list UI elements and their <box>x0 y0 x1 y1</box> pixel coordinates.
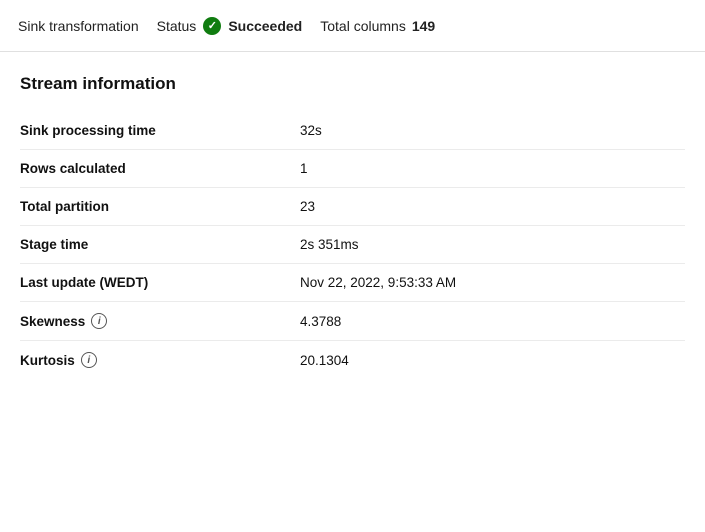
status-item: Status Succeeded <box>157 16 303 36</box>
info-row: Stage time 2s 351ms <box>20 226 685 264</box>
info-label: Last update (WEDT) <box>20 275 148 290</box>
info-value-cell: 4.3788 <box>300 303 341 340</box>
info-value-cell: 20.1304 <box>300 342 349 379</box>
info-row: Skewness i 4.3788 <box>20 302 685 341</box>
success-icon <box>203 17 221 35</box>
info-label-cell: Rows calculated <box>20 150 300 187</box>
info-row: Last update (WEDT) Nov 22, 2022, 9:53:33 … <box>20 264 685 302</box>
info-table: Sink processing time32sRows calculated1T… <box>20 112 685 379</box>
section-title: Stream information <box>20 74 685 94</box>
info-label-cell: Last update (WEDT) <box>20 264 300 301</box>
sink-transformation-item: Sink transformation <box>18 18 139 34</box>
info-value-cell: 1 <box>300 150 308 187</box>
info-row: Sink processing time 32s <box>20 112 685 150</box>
info-tooltip-icon[interactable]: i <box>91 313 107 329</box>
info-label: Skewness <box>20 314 85 329</box>
top-bar: Sink transformation Status Succeeded Tot… <box>0 0 705 52</box>
status-value: Succeeded <box>228 18 302 34</box>
sink-transformation-label: Sink transformation <box>18 18 139 34</box>
info-label-cell: Kurtosis i <box>20 341 300 379</box>
info-tooltip-icon[interactable]: i <box>81 352 97 368</box>
info-label: Rows calculated <box>20 161 126 176</box>
info-value-cell: Nov 22, 2022, 9:53:33 AM <box>300 264 456 301</box>
info-label: Sink processing time <box>20 123 156 138</box>
info-value-cell: 32s <box>300 112 322 149</box>
check-circle-icon <box>202 16 222 36</box>
info-label-cell: Sink processing time <box>20 112 300 149</box>
info-label-cell: Stage time <box>20 226 300 263</box>
total-columns-item: Total columns 149 <box>320 18 435 34</box>
info-label-cell: Skewness i <box>20 302 300 340</box>
info-label: Kurtosis <box>20 353 75 368</box>
status-label: Status <box>157 18 197 34</box>
info-label: Total partition <box>20 199 109 214</box>
main-content: Stream information Sink processing time 3… <box>0 52 705 401</box>
info-value-cell: 23 <box>300 188 315 225</box>
info-row: Total partition 23 <box>20 188 685 226</box>
info-label: Stage time <box>20 237 88 252</box>
total-columns-label: Total columns <box>320 18 406 34</box>
info-label-cell: Total partition <box>20 188 300 225</box>
info-row: Kurtosis i 20.1304 <box>20 341 685 379</box>
info-value-cell: 2s 351ms <box>300 226 359 263</box>
total-columns-value: 149 <box>412 18 435 34</box>
info-row: Rows calculated 1 <box>20 150 685 188</box>
